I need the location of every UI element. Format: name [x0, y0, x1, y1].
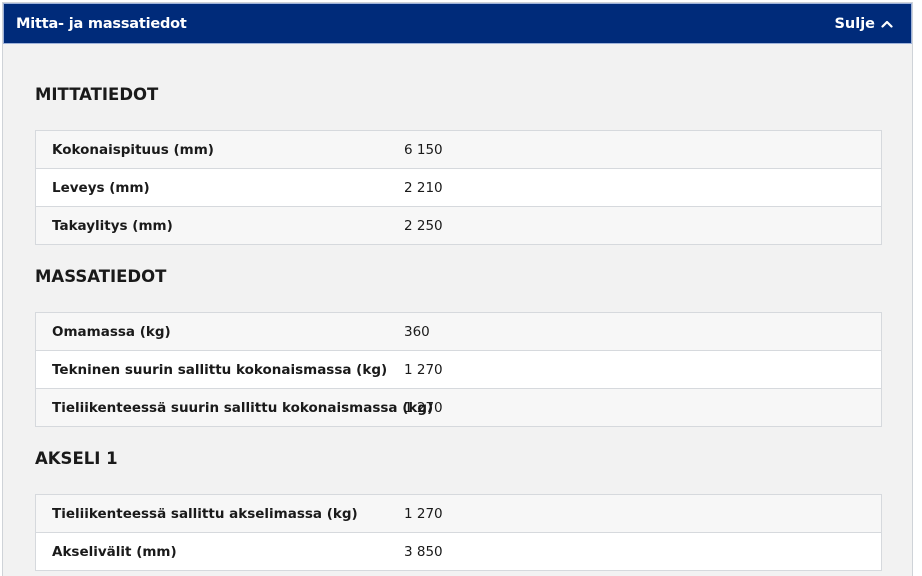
accordion-content: MITTATIEDOT Kokonaispituus (mm) 6 150 Le… [3, 44, 912, 571]
section-akseli-1: AKSELI 1 Tieliikenteessä sallittu akseli… [35, 427, 882, 571]
row-label: Leveys (mm) [52, 179, 150, 196]
row-label: Akselivälit (mm) [52, 543, 177, 560]
table-row: Akselivälit (mm) 3 850 [36, 532, 881, 570]
data-table: Kokonaispituus (mm) 6 150 Leveys (mm) 2 … [35, 130, 882, 245]
section-mittatiedot: MITTATIEDOT Kokonaispituus (mm) 6 150 Le… [35, 44, 882, 245]
row-value: 2 250 [404, 217, 443, 234]
section-title: AKSELI 1 [35, 449, 118, 468]
close-label: Sulje [834, 15, 875, 32]
row-label: Kokonaispituus (mm) [52, 141, 214, 158]
accordion-title: Mitta- ja massatiedot [16, 15, 187, 32]
section-massatiedot: MASSATIEDOT Omamassa (kg) 360 Tekninen s… [35, 245, 882, 427]
row-label: Tieliikenteessä sallittu akselimassa (kg… [52, 505, 358, 522]
table-row: Tekninen suurin sallittu kokonaismassa (… [36, 350, 881, 388]
data-table: Tieliikenteessä sallittu akselimassa (kg… [35, 494, 882, 571]
row-value: 2 210 [404, 179, 443, 196]
row-label: Tekninen suurin sallittu kokonaismassa (… [52, 361, 388, 378]
table-row: Tieliikenteessä sallittu akselimassa (kg… [36, 495, 881, 532]
row-label: Tieliikenteessä suurin sallittu kokonais… [52, 399, 434, 416]
table-row: Kokonaispituus (mm) 6 150 [36, 131, 881, 168]
section-title: MASSATIEDOT [35, 267, 167, 286]
row-value: 1 270 [404, 399, 443, 416]
table-row: Takaylitys (mm) 2 250 [36, 206, 881, 244]
row-label: Omamassa (kg) [52, 323, 171, 340]
data-table: Omamassa (kg) 360 Tekninen suurin sallit… [35, 312, 882, 427]
accordion-header[interactable]: Mitta- ja massatiedot Sulje [3, 3, 912, 44]
table-row: Tieliikenteessä suurin sallittu kokonais… [36, 388, 881, 426]
row-value: 1 270 [404, 361, 443, 378]
row-value: 1 270 [404, 505, 443, 522]
chevron-up-icon [881, 16, 893, 32]
table-row: Omamassa (kg) 360 [36, 313, 881, 350]
row-value: 6 150 [404, 141, 443, 158]
row-value: 360 [404, 323, 430, 340]
table-row: Leveys (mm) 2 210 [36, 168, 881, 206]
row-label: Takaylitys (mm) [52, 217, 173, 234]
close-button[interactable]: Sulje [834, 16, 893, 32]
section-title: MITTATIEDOT [35, 85, 159, 104]
accordion-panel: Mitta- ja massatiedot Sulje MITTATIEDOT … [2, 2, 913, 576]
row-value: 3 850 [404, 543, 443, 560]
